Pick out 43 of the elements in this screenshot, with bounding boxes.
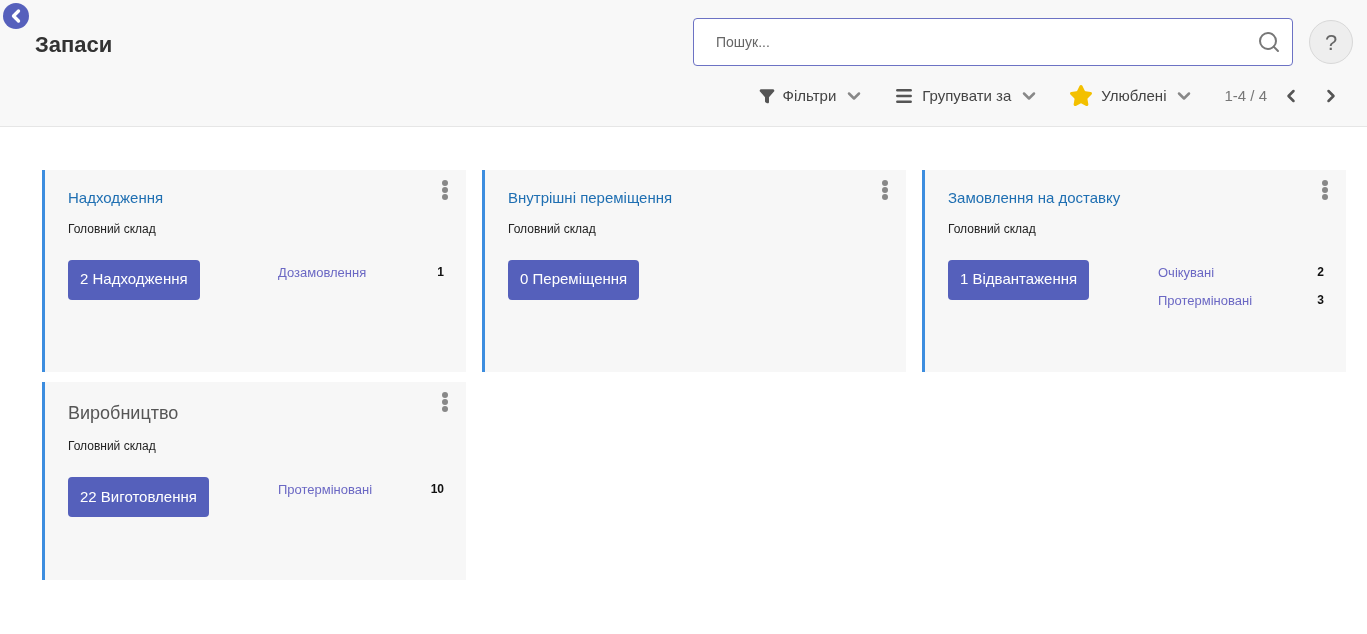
card-action-button[interactable]: 22 Виготовлення <box>68 477 209 517</box>
stat-count: 2 <box>1317 263 1324 281</box>
stat-count: 1 <box>437 263 444 281</box>
dropdown-label: Групувати за <box>922 85 1012 106</box>
card-subtitle: Головний склад <box>508 220 597 238</box>
list-icon <box>894 86 915 106</box>
dropdown-label: Улюблені <box>1101 85 1167 106</box>
card-subtitle: Головний склад <box>948 220 1037 238</box>
more-icon <box>1322 180 1328 200</box>
stat-link[interactable]: Очікувані <box>1158 262 1215 282</box>
card-action-button[interactable]: 0 Переміщення <box>508 259 640 300</box>
stat-link[interactable]: Протерміновані <box>1158 291 1253 311</box>
card-title[interactable]: Замовлення на доставку <box>948 187 1324 210</box>
filter-icon <box>758 88 775 104</box>
card-title[interactable]: Внутрішні переміщення <box>508 187 884 210</box>
card-title[interactable]: Надходження <box>68 187 444 210</box>
stat-count: 3 <box>1317 292 1324 309</box>
search-field[interactable]: Пошук... <box>693 18 1293 66</box>
back-button[interactable] <box>3 3 29 29</box>
page-title: Запаси <box>35 31 113 59</box>
card-menu-button[interactable] <box>882 180 888 200</box>
pager-value: 1-4 / 4 <box>1224 85 1267 106</box>
card-subtitle: Головний склад <box>68 220 157 238</box>
toolbar-dropdown[interactable]: Групувати за <box>894 84 1040 108</box>
card-menu-button[interactable] <box>1322 180 1328 200</box>
toolbar-dropdown[interactable]: Улюблені <box>1069 84 1195 108</box>
more-icon <box>882 180 888 200</box>
search-icon <box>1257 30 1281 54</box>
card-action-button[interactable]: 2 Надходження <box>68 259 200 300</box>
card-menu-button[interactable] <box>442 180 448 200</box>
help-button[interactable]: ? <box>1309 20 1353 64</box>
card-menu-button[interactable] <box>442 392 448 412</box>
toolbar-dropdown[interactable]: Фільтри <box>758 84 865 108</box>
more-icon <box>442 392 448 412</box>
card-title: Виробництво <box>68 402 180 425</box>
dropdown-label: Фільтри <box>782 85 837 106</box>
stat-link[interactable]: Дозамовлення <box>278 262 367 282</box>
stat-link[interactable]: Протерміновані <box>278 480 373 500</box>
card-subtitle: Головний склад <box>68 438 157 455</box>
star-icon <box>1069 84 1094 108</box>
more-icon <box>442 180 448 200</box>
stat-count: 10 <box>430 481 444 498</box>
card-action-button[interactable]: 1 Відвантаження <box>948 259 1090 300</box>
